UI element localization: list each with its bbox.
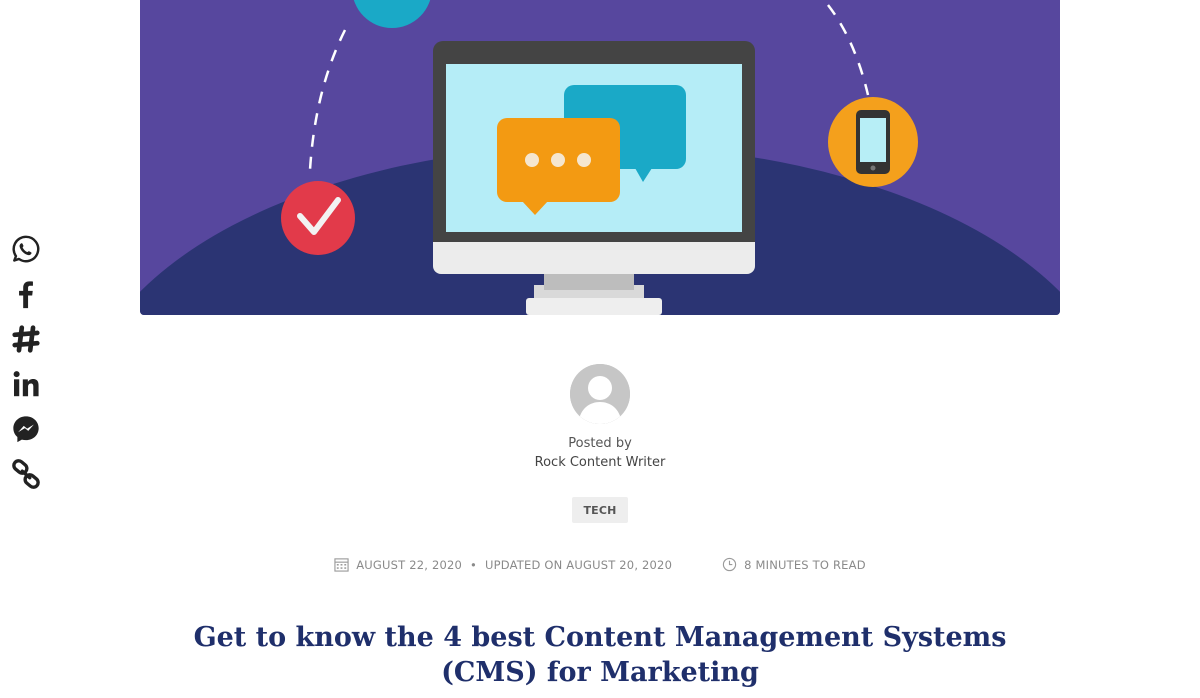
whatsapp-share-button[interactable] — [9, 232, 43, 266]
slack-icon — [12, 325, 40, 353]
clock-icon — [722, 557, 737, 572]
post-meta: AUGUST 22, 2020 • UPDATED ON AUGUST 20, … — [0, 557, 1200, 572]
avatar[interactable] — [570, 364, 630, 424]
calendar-icon — [334, 558, 349, 572]
publish-date: AUGUST 22, 2020 — [334, 557, 462, 572]
facebook-share-button[interactable] — [9, 277, 43, 311]
user-icon — [570, 364, 630, 424]
article-title: Get to know the 4 best Content Managemen… — [160, 620, 1040, 690]
author-block: Posted by Rock Content Writer — [0, 364, 1200, 470]
updated-date-text: UPDATED ON AUGUST 20, 2020 — [485, 557, 673, 572]
smartphone-icon — [828, 97, 918, 187]
author-name[interactable]: Rock Content Writer — [535, 455, 666, 470]
read-time: 8 MINUTES TO READ — [722, 557, 866, 572]
article-title-line1: Get to know the 4 best Content Managemen… — [193, 622, 1007, 653]
hero-illustration — [140, 0, 1060, 315]
monitor-icon — [433, 41, 755, 315]
slack-share-button[interactable] — [9, 322, 43, 356]
check-icon — [281, 181, 355, 255]
article-title-line2: (CMS) for Marketing — [441, 657, 759, 688]
read-time-text: 8 MINUTES TO READ — [744, 557, 866, 572]
posted-by-label: Posted by — [568, 436, 632, 451]
meta-separator: • — [470, 557, 477, 572]
publish-date-text: AUGUST 22, 2020 — [356, 557, 463, 572]
facebook-icon — [19, 281, 33, 309]
category-tag[interactable]: TECH — [572, 497, 628, 523]
whatsapp-icon — [12, 235, 40, 263]
hero-image — [140, 0, 1060, 315]
